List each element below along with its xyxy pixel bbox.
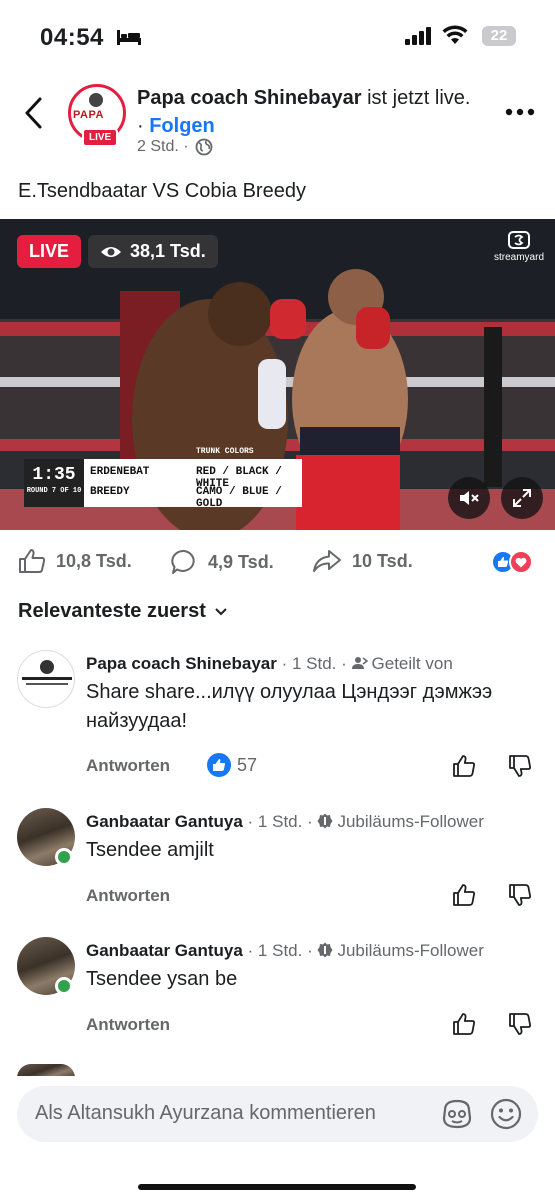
commenter-name[interactable]: Papa coach Shinebayar [86,654,277,673]
post-meta: 2 Std. · [137,138,213,156]
comment-text: Tsendee amjilt [86,839,214,861]
comment-count: 4,9 Tsd. [208,551,274,572]
fighter2-name: BREEDY [90,486,130,498]
trunk-colors-header: TRUNK COLORS [196,447,254,456]
fight-scorebug: 1:35 ROUND 7 OF 10 TRUNK COLORS ERDENEBA… [24,447,302,510]
status-time: 04:54 [40,24,104,51]
page-logo-image [22,660,72,685]
post-time: 2 Std. · [137,138,189,155]
shared-by-icon [351,657,368,669]
comment-avatar[interactable] [17,650,75,708]
fullscreen-button[interactable] [501,477,543,519]
home-indicator [138,1184,416,1190]
upvote-icon[interactable] [452,754,476,778]
downvote-icon[interactable] [508,883,532,907]
like-button[interactable]: 10,8 Tsd. [18,548,132,574]
post-title: E.Tsendbaatar VS Cobia Breedy [18,180,306,202]
comment-badge: Geteilt von [371,654,453,673]
fighter1-name: ERDENEBAT [90,466,150,478]
viewer-count: 38,1 Tsd. [88,235,218,268]
comment-input[interactable]: Als Altansukh Ayurzana kommentieren [17,1086,538,1142]
globe-icon [195,138,212,156]
comment-button[interactable]: 4,9 Tsd. [170,548,274,576]
post-header-text: Papa coach Shinebayar ist jetzt live. · … [137,84,482,140]
reply-button[interactable]: Antworten [86,886,170,906]
comment-badge: Jubiläums-Follower [337,941,484,960]
comment-like-number: 57 [237,754,258,775]
avatar-sticker-icon[interactable] [440,1098,474,1130]
sort-label: Relevanteste zuerst [18,600,206,622]
love-reaction-icon [509,550,533,574]
cellular-signal-icon [405,27,431,45]
downvote-icon[interactable] [508,754,532,778]
avatar-logo-text: PAPA [73,109,104,121]
comment-item: Ganbaatar Gantuya · 1 Std. · Jubiläums-F… [0,806,555,916]
commenter-name[interactable]: Ganbaatar Gantuya [86,812,243,831]
comment-header: Papa coach Shinebayar · 1 Std. · Geteilt… [86,654,453,674]
comment-text: Share share...илүү олуулаа Цэндээг дэмжэ… [86,681,493,732]
badge-icon [317,942,333,958]
reply-button[interactable]: Antworten [86,756,170,776]
comment-header: Ganbaatar Gantuya · 1 Std. · Jubiläums-F… [86,812,484,832]
upvote-icon[interactable] [452,1012,476,1036]
streamyard-text: streamyard [494,252,545,263]
like-thumb-icon [19,549,46,573]
share-count: 10 Tsd. [352,550,413,571]
comment-item: Papa coach Shinebayar · 1 Std. · Geteilt… [0,648,555,788]
sleep-mode-icon [117,30,141,45]
post-author-name[interactable]: Papa coach Shinebayar [137,87,362,109]
battery-indicator: 22 [482,26,516,46]
follow-button[interactable]: Folgen [149,115,215,137]
avatar-logo-figure [89,93,103,107]
live-video-player[interactable]: LIVE 38,1 Tsd. streamyard 1:35 ROUND 7 O… [0,219,555,530]
comment-sort-dropdown[interactable]: Relevanteste zuerst [18,600,228,623]
chevron-down-icon [215,607,227,615]
reply-button[interactable]: Antworten [86,1015,170,1035]
speaker-muted-icon [460,491,479,505]
streamyard-watermark: streamyard [494,231,544,263]
badge-icon [317,813,333,829]
fighter2-colors: CAMO / BLUE / GOLD [196,486,282,510]
mute-button[interactable] [448,477,490,519]
eye-icon [101,246,121,257]
reaction-summary[interactable] [491,550,533,574]
like-count: 10,8 Tsd. [56,550,132,571]
upvote-icon[interactable] [452,883,476,907]
comment-like-count: 57 [207,753,257,777]
reactions-bar: 10,8 Tsd. 4,9 Tsd. 10 Tsd. [0,540,555,586]
share-arrow-icon [313,550,341,572]
share-button[interactable]: 10 Tsd. [312,548,413,574]
wifi-icon [442,25,468,44]
live-indicator: LIVE [17,235,82,268]
back-arrow-icon[interactable] [22,96,44,130]
comment-badge: Jubiläums-Follower [337,812,484,831]
viewer-count-text: 38,1 Tsd. [130,241,206,261]
expand-icon [513,489,531,507]
avatar-live-badge: LIVE [82,128,119,147]
comment-input-placeholder: Als Altansukh Ayurzana kommentieren [35,1102,376,1124]
emoji-icon[interactable] [490,1098,522,1130]
commenter-name[interactable]: Ganbaatar Gantuya [86,941,243,960]
online-status-dot [55,977,73,995]
round-clock: 1:35 ROUND 7 OF 10 [24,459,84,507]
like-reaction-icon [207,753,231,777]
more-options-icon[interactable] [505,108,535,116]
status-bar: 04:54 22 [0,0,555,70]
comment-time: · 1 Std. · [276,654,352,673]
downvote-icon[interactable] [508,1012,532,1036]
comment-item: Ganbaatar Gantuya · 1 Std. · Jubiläums-F… [0,935,555,1045]
round-label: ROUND 7 OF 10 [26,487,82,495]
streamyard-logo-icon [508,231,530,249]
online-status-dot [55,848,73,866]
comment-bubble-icon [171,549,195,574]
comment-time: · 1 Std. · [242,941,318,960]
clock-time: 1:35 [32,465,76,485]
comment-text: Tsendee ysan be [86,968,238,990]
comment-time: · 1 Std. · [242,812,318,831]
comment-header: Ganbaatar Gantuya · 1 Std. · Jubiläums-F… [86,941,484,961]
